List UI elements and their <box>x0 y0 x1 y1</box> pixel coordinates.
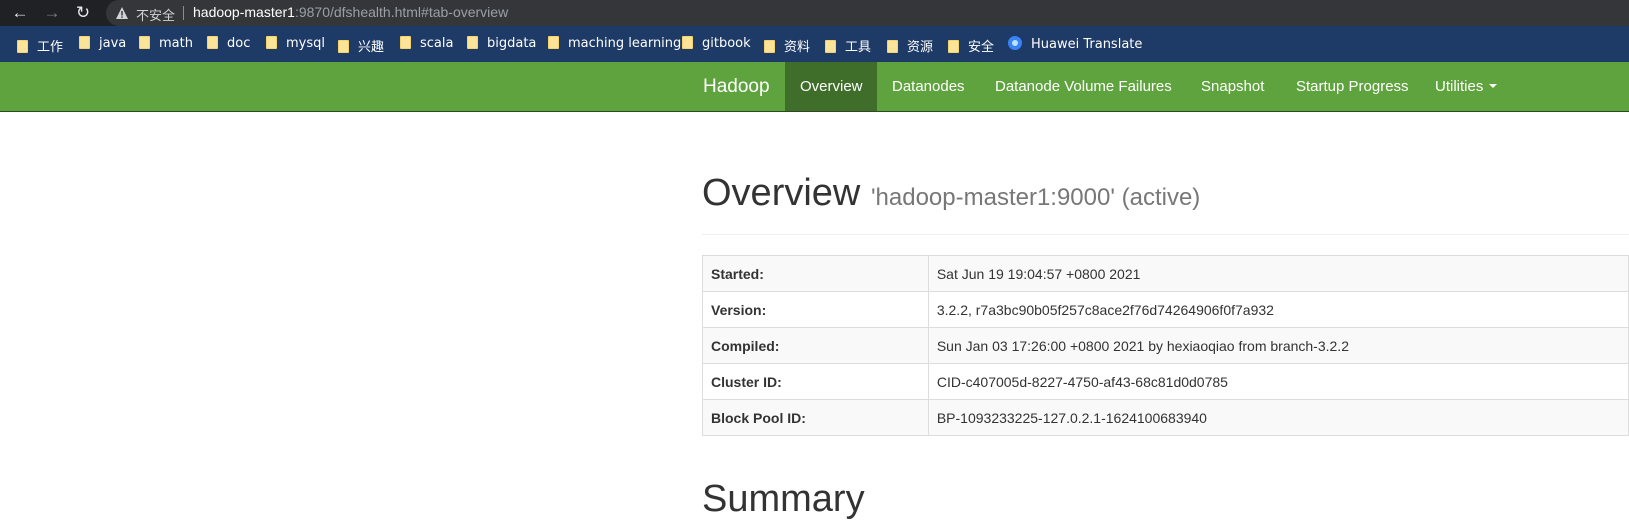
navbar-brand[interactable]: Hadoop <box>703 76 770 98</box>
folder-icon <box>338 40 349 53</box>
row-key: Block Pool ID: <box>702 399 929 436</box>
table-row: Block Pool ID: BP-1093233225-127.0.2.1-1… <box>702 399 1629 436</box>
bookmark-java[interactable]: java <box>79 36 126 54</box>
url-path: :9870/dfshealth.html#tab-overview <box>294 4 509 20</box>
bookmark-label: 资料 <box>784 40 811 55</box>
nav-label: Snapshot <box>1201 78 1265 95</box>
folder-icon <box>266 36 277 49</box>
nav-tab-overview[interactable]: Overview <box>785 62 877 111</box>
bookmark-gongzuo[interactable]: 工作 <box>17 36 64 55</box>
folder-icon <box>207 36 218 49</box>
bookmark-label: scala <box>420 36 454 51</box>
table-row: Started: Sat Jun 19 19:04:57 +0800 2021 <box>702 255 1629 292</box>
bookmark-bigdata[interactable]: bigdata <box>467 36 536 54</box>
table-row: Version: 3.2.2, r7a3bc90b05f257c8ace2f76… <box>702 291 1629 328</box>
nav-label: Datanode Volume Failures <box>995 78 1172 95</box>
omnibox-divider <box>183 6 184 20</box>
folder-icon <box>887 40 898 53</box>
folder-icon <box>548 36 559 49</box>
folder-icon <box>79 36 90 49</box>
bookmark-gitbook[interactable]: gitbook <box>682 36 751 54</box>
bookmark-label: maching learning <box>568 36 682 51</box>
summary-heading: Summary <box>702 478 865 520</box>
bookmark-ziliao[interactable]: 资料 <box>764 36 811 55</box>
bookmark-label: 工作 <box>37 40 64 55</box>
bookmark-maching-learning[interactable]: maching learning <box>548 36 681 54</box>
url-text[interactable]: hadoop-master1:9870/dfshealth.html#tab-o… <box>193 4 508 20</box>
folder-icon <box>682 36 693 49</box>
forward-arrow-icon[interactable]: → <box>40 1 64 25</box>
nav-tab-startup-progress[interactable]: Startup Progress <box>1281 62 1424 111</box>
bookmark-doc[interactable]: doc <box>207 36 250 54</box>
row-value: BP-1093233225-127.0.2.1-1624100683940 <box>927 399 1629 436</box>
bookmark-ziyuan[interactable]: 资源 <box>887 36 934 55</box>
bookmark-label: 兴趣 <box>358 40 385 55</box>
bookmark-label: math <box>159 36 193 51</box>
bookmark-xingqu[interactable]: 兴趣 <box>338 36 385 55</box>
bookmark-scala[interactable]: scala <box>400 36 453 54</box>
nav-label: Startup Progress <box>1296 78 1409 95</box>
bookmark-label: 资源 <box>907 40 934 55</box>
folder-icon <box>400 36 411 49</box>
back-arrow-icon[interactable]: ← <box>8 1 32 25</box>
folder-icon <box>825 40 836 53</box>
translate-icon <box>1008 36 1022 50</box>
nav-tab-datanodes[interactable]: Datanodes <box>877 62 980 111</box>
row-value: Sun Jan 03 17:26:00 +0800 2021 by hexiao… <box>927 327 1629 364</box>
row-value: Sat Jun 19 19:04:57 +0800 2021 <box>927 255 1629 292</box>
browser-toolbar: ← → ↻ 不安全 hadoop-master1:9870/dfshealth.… <box>0 0 1629 26</box>
warning-icon[interactable] <box>115 6 129 20</box>
overview-title: Overview <box>702 172 861 214</box>
nav-tab-snapshot[interactable]: Snapshot <box>1186 62 1279 111</box>
reload-icon[interactable]: ↻ <box>71 1 95 25</box>
bookmark-label: 工具 <box>845 40 872 55</box>
nav-label: Datanodes <box>892 78 965 95</box>
url-host: hadoop-master1 <box>193 4 295 20</box>
page-title: Overview 'hadoop-master1:9000' (active) <box>702 172 1200 215</box>
folder-icon <box>467 36 478 49</box>
bookmark-label: bigdata <box>487 36 537 51</box>
folder-icon <box>139 36 150 49</box>
row-key: Cluster ID: <box>702 363 929 400</box>
folder-icon <box>948 40 959 53</box>
bookmark-label: gitbook <box>702 36 751 51</box>
nav-label: Overview <box>800 78 863 95</box>
bookmarks-bar: 工作 java math doc mysql 兴趣 scala bigdata … <box>0 26 1629 62</box>
bookmark-huawei-translate[interactable]: Huawei Translate <box>1008 36 1142 54</box>
row-key: Started: <box>702 255 929 292</box>
row-key: Compiled: <box>702 327 929 364</box>
folder-icon <box>17 40 28 53</box>
security-label[interactable]: 不安全 <box>136 5 175 24</box>
nav-label: Utilities <box>1435 78 1484 95</box>
address-bar[interactable]: 不安全 hadoop-master1:9870/dfshealth.html#t… <box>106 0 1629 26</box>
hadoop-navbar: Hadoop Overview Datanodes Datanode Volum… <box>0 62 1629 112</box>
table-row: Compiled: Sun Jan 03 17:26:00 +0800 2021… <box>702 327 1629 364</box>
overview-table: Started: Sat Jun 19 19:04:57 +0800 2021 … <box>702 255 1629 436</box>
bookmark-label: Huawei Translate <box>1031 37 1143 52</box>
bookmark-gongju[interactable]: 工具 <box>825 36 872 55</box>
bookmark-math[interactable]: math <box>139 36 193 54</box>
row-value: CID-c407005d-8227-4750-af43-68c81d0d0785 <box>927 363 1629 400</box>
overview-subtitle: 'hadoop-master1:9000' (active) <box>870 184 1201 211</box>
row-value: 3.2.2, r7a3bc90b05f257c8ace2f76d74264906… <box>927 291 1629 328</box>
caret-down-icon <box>1489 84 1498 88</box>
bookmark-anquan[interactable]: 安全 <box>948 36 995 55</box>
bookmark-label: mysql <box>286 36 325 51</box>
bookmark-label: 安全 <box>968 40 995 55</box>
folder-icon <box>764 40 775 53</box>
row-key: Version: <box>702 291 929 328</box>
nav-tab-datanode-volume-failures[interactable]: Datanode Volume Failures <box>980 62 1187 111</box>
bookmark-label: java <box>99 36 127 51</box>
bookmark-mysql[interactable]: mysql <box>266 36 325 54</box>
divider <box>702 234 1629 235</box>
nav-dropdown-utilities[interactable]: Utilities <box>1420 62 1512 111</box>
table-row: Cluster ID: CID-c407005d-8227-4750-af43-… <box>702 363 1629 400</box>
bookmark-label: doc <box>227 36 251 51</box>
